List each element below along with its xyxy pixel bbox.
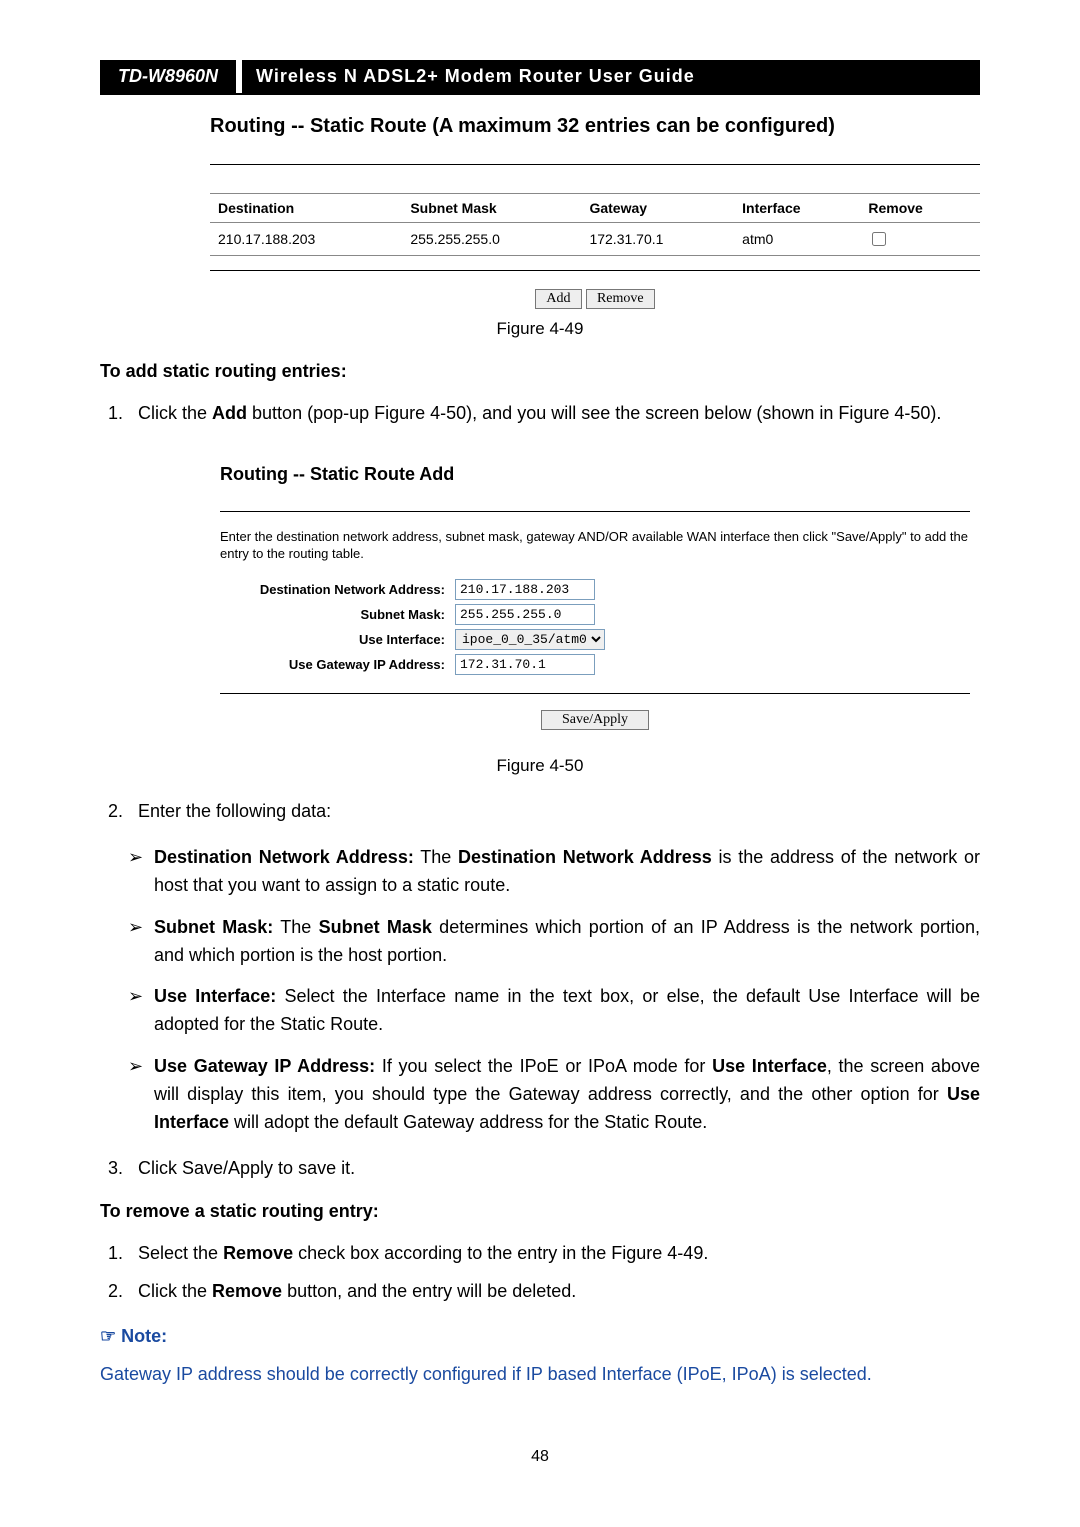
cell-interface: atm0 — [734, 223, 860, 256]
cell-destination: 210.17.188.203 — [210, 223, 402, 256]
doc-header: TD-W8960N Wireless N ADSL2+ Modem Router… — [100, 60, 980, 95]
col-gateway: Gateway — [581, 194, 734, 223]
col-destination: Destination — [210, 194, 402, 223]
figure-caption: Figure 4-49 — [100, 319, 980, 339]
cell-remove — [860, 223, 980, 256]
list-item: Click Save/Apply to save it. — [128, 1155, 980, 1183]
list-item: Click the Remove button, and the entry w… — [128, 1278, 980, 1306]
save-apply-button[interactable]: Save/Apply — [541, 710, 649, 730]
remove-checkbox[interactable] — [872, 232, 886, 246]
table-row: 210.17.188.203 255.255.255.0 172.31.70.1… — [210, 223, 980, 256]
note-body: Gateway IP address should be correctly c… — [100, 1361, 980, 1389]
guide-title: Wireless N ADSL2+ Modem Router User Guid… — [242, 60, 980, 93]
list-item: Enter the following data: — [128, 798, 980, 826]
cell-subnet-mask: 255.255.255.0 — [402, 223, 581, 256]
route-table: Destination Subnet Mask Gateway Interfac… — [210, 193, 980, 256]
list-item: Use Interface: Select the Interface name… — [128, 983, 980, 1039]
col-subnet-mask: Subnet Mask — [402, 194, 581, 223]
remove-button[interactable]: Remove — [586, 289, 655, 309]
divider — [220, 693, 970, 694]
model-label: TD-W8960N — [100, 60, 236, 93]
divider — [210, 164, 980, 165]
col-remove: Remove — [860, 194, 980, 223]
cell-gateway: 172.31.70.1 — [581, 223, 734, 256]
add-button[interactable]: Add — [535, 289, 581, 309]
col-interface: Interface — [734, 194, 860, 223]
static-route-list-panel: Routing -- Static Route (A maximum 32 en… — [210, 115, 980, 309]
list-item: Use Gateway IP Address: If you select th… — [128, 1053, 980, 1137]
use-interface-select[interactable]: ipoe_0_0_35/atm0 — [455, 629, 605, 650]
add-heading: To add static routing entries: — [100, 361, 980, 382]
list-item: Destination Network Address: The Destina… — [128, 844, 980, 900]
subnet-mask-input[interactable] — [455, 604, 595, 625]
list-item: Select the Remove check box according to… — [128, 1240, 980, 1268]
figure-caption: Figure 4-50 — [100, 756, 980, 776]
label-iface: Use Interface: — [220, 632, 455, 647]
page-number: 48 — [100, 1448, 980, 1466]
divider — [220, 511, 970, 512]
label-dest: Destination Network Address: — [220, 582, 455, 597]
label-gw: Use Gateway IP Address: — [220, 657, 455, 672]
label-mask: Subnet Mask: — [220, 607, 455, 622]
static-route-add-panel: Routing -- Static Route Add Enter the de… — [210, 446, 980, 746]
gateway-input[interactable] — [455, 654, 595, 675]
form-description: Enter the destination network address, s… — [220, 528, 970, 563]
note-heading: ☞ Note: — [100, 1326, 980, 1347]
list-item: Subnet Mask: The Subnet Mask determines … — [128, 914, 980, 970]
panel-title: Routing -- Static Route Add — [220, 464, 970, 485]
destination-input[interactable] — [455, 579, 595, 600]
list-item: Click the Add button (pop-up Figure 4-50… — [128, 400, 980, 428]
remove-heading: To remove a static routing entry: — [100, 1201, 980, 1222]
panel-title: Routing -- Static Route (A maximum 32 en… — [210, 115, 980, 138]
hand-icon: ☞ — [100, 1326, 116, 1346]
